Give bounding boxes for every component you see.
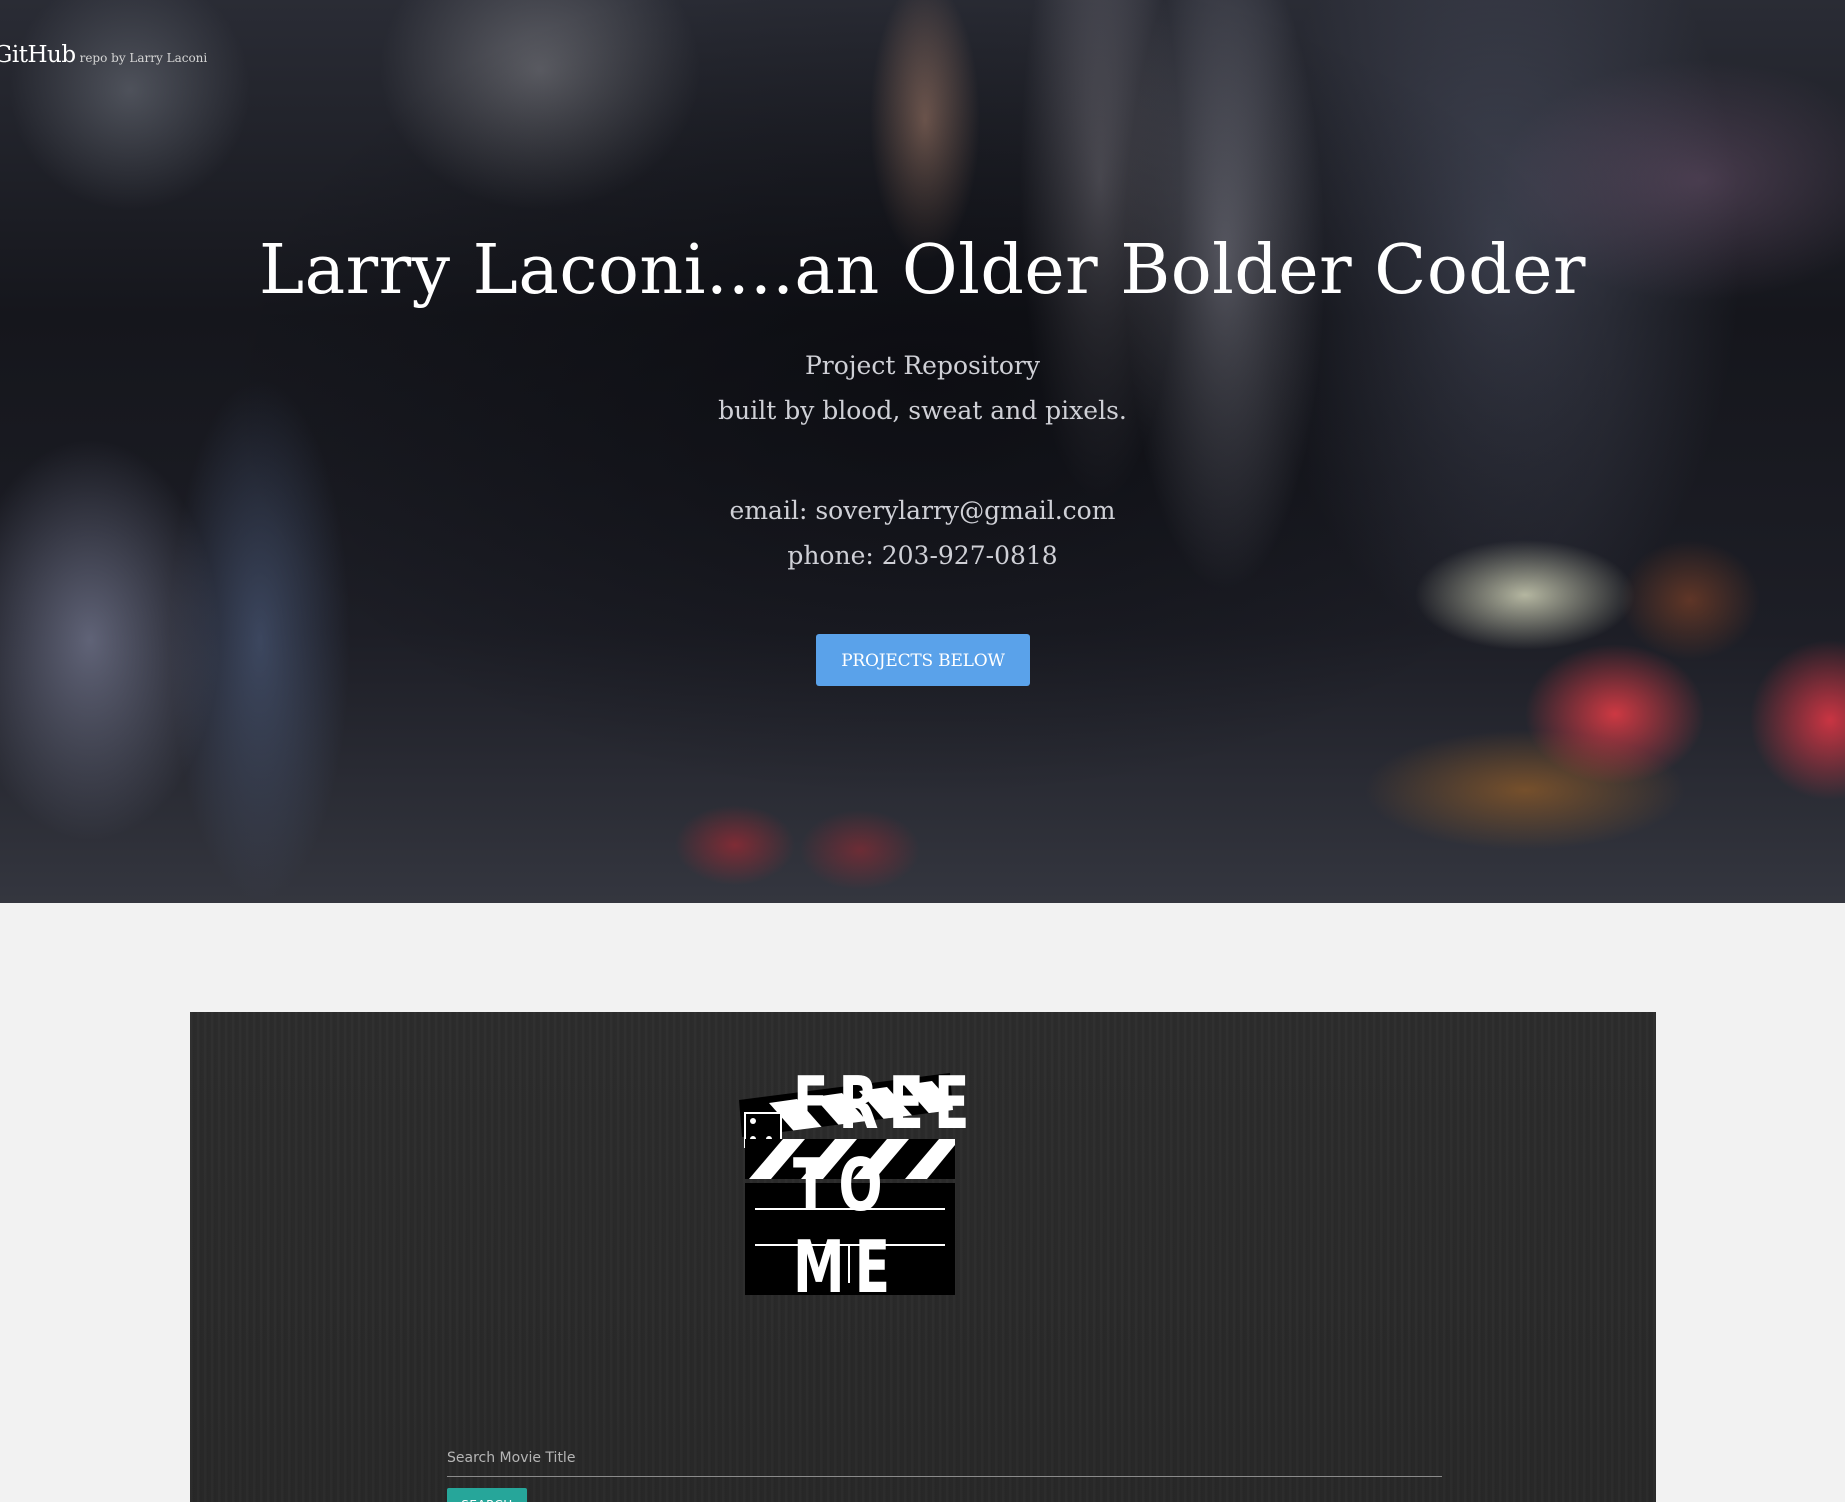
brand-sub-text: repo by Larry Laconi <box>79 51 208 65</box>
search-movie-input[interactable] <box>447 1440 1442 1477</box>
phone-text: phone: 203-927-0818 <box>787 541 1058 570</box>
contact-info: email: soverylarry@gmail.com phone: 203-… <box>0 488 1845 578</box>
hero-tagline: Project Repository built by blood, sweat… <box>0 343 1845 433</box>
logo-word-to: TO <box>793 1143 893 1227</box>
logo-word-free: FREE <box>793 1061 980 1145</box>
hero-title: Larry Laconi....an Older Bolder Coder <box>258 231 1587 310</box>
brand-main-text: GitHub <box>0 42 76 68</box>
hero-section: GitHub repo by Larry Laconi Larry Laconi.… <box>0 0 1845 903</box>
search-button[interactable]: SEARCH <box>447 1488 527 1502</box>
projects-below-button[interactable]: PROJECTS BELOW <box>816 634 1030 686</box>
tagline-line-2: built by blood, sweat and pixels. <box>718 396 1127 425</box>
logo-word-me: ME <box>793 1225 901 1309</box>
tagline-line-1: Project Repository <box>804 351 1041 380</box>
email-text: email: soverylarry@gmail.com <box>729 496 1116 525</box>
site-brand[interactable]: GitHub repo by Larry Laconi <box>0 42 207 68</box>
